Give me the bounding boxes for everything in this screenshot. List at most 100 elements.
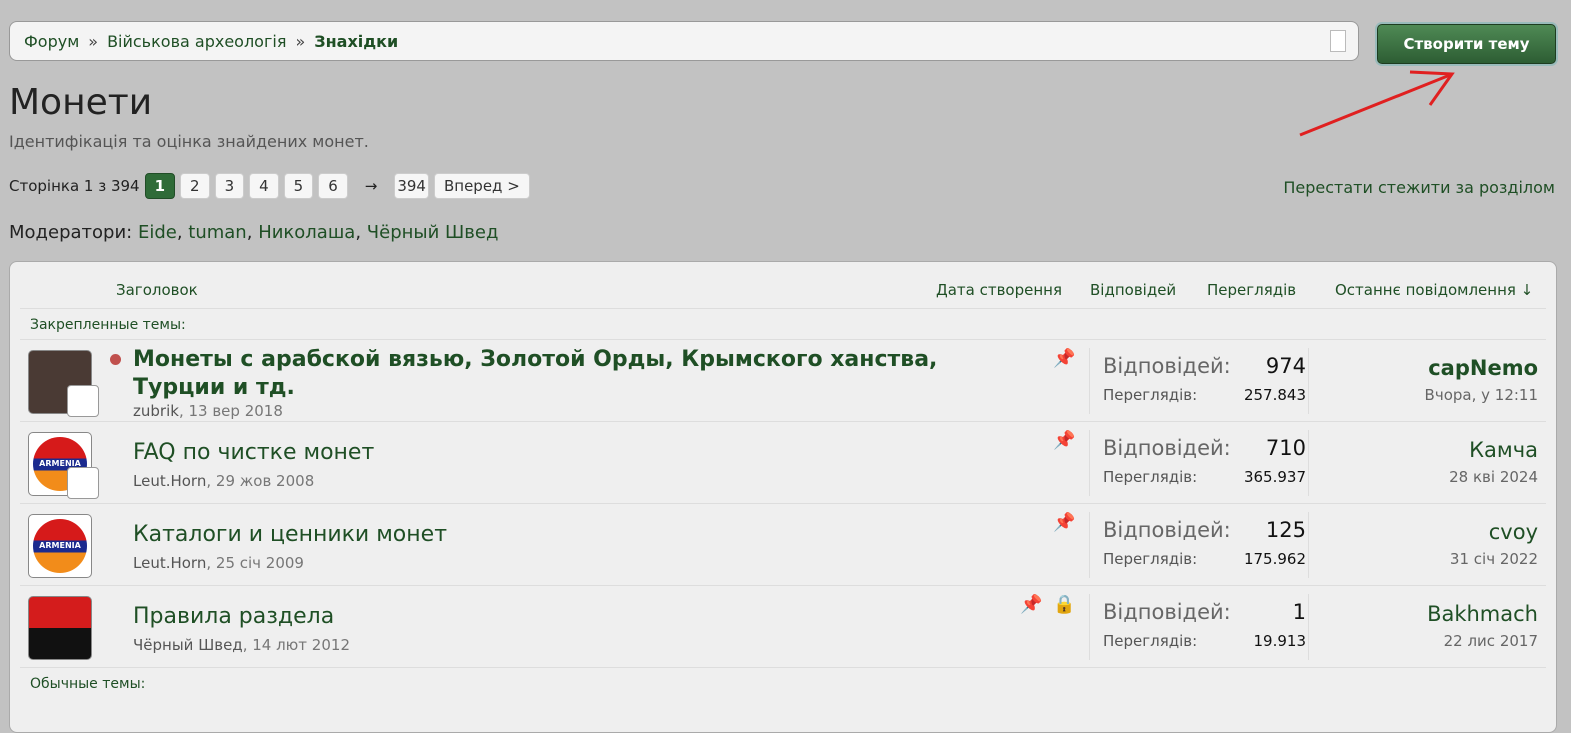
replies-count: 1	[1292, 600, 1306, 624]
replies-count: 710	[1265, 436, 1306, 460]
unwatch-forum-link[interactable]: Перестати стежити за розділом	[1283, 178, 1555, 197]
thread-meta: Leut.Horn, 29 жов 2008	[133, 472, 315, 490]
last-post-user[interactable]: cvoy	[1450, 520, 1538, 544]
thread-date: 13 вер 2018	[188, 402, 283, 420]
last-post-date[interactable]: Вчора, у 12:11	[1425, 386, 1538, 404]
sort-created[interactable]: Дата створення	[936, 281, 1062, 299]
moderator-link[interactable]: Eide	[138, 222, 177, 243]
thread-date: 14 лют 2012	[252, 636, 350, 654]
breadcrumb-forum[interactable]: Форум	[24, 32, 79, 51]
thread-date: 25 січ 2009	[215, 554, 304, 572]
thread-row: Правила раздела Чёрный Швед, 14 лют 2012…	[20, 586, 1546, 668]
replies-count: 974	[1265, 354, 1306, 378]
pagination: Сторінка 1 з 394 1 2 3 4 5 6 → 394 Впере…	[9, 173, 530, 199]
page-6[interactable]: 6	[318, 173, 348, 199]
thread-row: ARMENIA FAQ по чистке монет Leut.Horn, 2…	[20, 422, 1546, 504]
last-poster-avatar[interactable]	[67, 385, 99, 417]
views-label: Переглядів:	[1103, 468, 1198, 486]
thread-title[interactable]: FAQ по чистке монет	[133, 440, 374, 465]
last-post-user[interactable]: Камча	[1449, 438, 1538, 462]
page-label: Сторінка 1 з 394	[9, 177, 140, 195]
page-5[interactable]: 5	[283, 173, 314, 199]
document-icon[interactable]	[1330, 30, 1346, 52]
views-label: Переглядів:	[1103, 386, 1198, 404]
sort-replies[interactable]: Відповідей	[1090, 281, 1176, 299]
views-count: 175.962	[1243, 550, 1306, 568]
page-3[interactable]: 3	[214, 173, 245, 199]
last-post-date[interactable]: 28 кві 2024	[1449, 468, 1538, 486]
last-post: Камча 28 кві 2024	[1449, 438, 1538, 486]
unread-dot-icon[interactable]	[110, 354, 121, 365]
page-2[interactable]: 2	[180, 173, 210, 199]
thread-list-header: Заголовок Дата створення Відповідей Пере…	[20, 262, 1546, 309]
breadcrumb: Форум » Військова археологія » Знахідки	[9, 21, 1359, 61]
thread-stats: Відповідей: 125 Переглядів: 175.962	[1089, 512, 1309, 578]
views-label: Переглядів:	[1103, 550, 1198, 568]
breadcrumb-military-archaeology[interactable]: Військова археологія	[107, 32, 286, 51]
last-poster-avatar[interactable]	[67, 467, 99, 499]
create-thread-button[interactable]: Створити тему	[1377, 24, 1556, 64]
views-label: Переглядів:	[1103, 632, 1198, 650]
last-post: cvoy 31 січ 2022	[1450, 520, 1538, 568]
last-post-user[interactable]: capNemo	[1425, 356, 1538, 380]
page-title: Монети	[9, 82, 153, 123]
replies-count: 125	[1265, 518, 1306, 542]
normal-threads-label: Обычные темы:	[30, 676, 146, 692]
thread-author[interactable]: Чёрный Швед	[133, 636, 243, 654]
moderators-label: Модератори:	[9, 222, 133, 243]
moderators: Модератори: Eide, tuman, Николаша, Чёрны…	[9, 222, 499, 243]
thread-row: ARMENIA Каталоги и ценники монет Leut.Ho…	[20, 504, 1546, 586]
thread-title[interactable]: Монеты с арабской вязью, Золотой Орды, К…	[133, 346, 1013, 402]
sort-views[interactable]: Переглядів	[1207, 281, 1296, 299]
page-description: Ідентифікація та оцінка знайдених монет.	[9, 132, 369, 151]
last-post: capNemo Вчора, у 12:11	[1425, 356, 1538, 404]
thread-meta: Чёрный Швед, 14 лют 2012	[133, 636, 350, 654]
pin-icon: 📌	[1053, 430, 1076, 451]
page-1[interactable]: 1	[144, 173, 176, 199]
pin-icon: 📌	[1020, 594, 1043, 615]
breadcrumb-separator: »	[295, 31, 306, 51]
views-count: 257.843	[1243, 386, 1306, 404]
views-count: 365.937	[1243, 468, 1306, 486]
breadcrumb-separator: »	[88, 31, 99, 51]
last-post-user[interactable]: Bakhmach	[1427, 602, 1538, 626]
thread-stats: Відповідей: 710 Переглядів: 365.937	[1089, 430, 1309, 496]
moderator-link[interactable]: Николаша	[258, 222, 355, 243]
next-page-button[interactable]: Вперед >	[433, 173, 530, 199]
page-4[interactable]: 4	[249, 173, 279, 199]
replies-label: Відповідей:	[1103, 354, 1231, 378]
sticky-threads-label: Закрепленные темы:	[20, 309, 1546, 340]
avatar[interactable]	[28, 596, 92, 660]
thread-stats: Відповідей: 974 Переглядів: 257.843	[1089, 348, 1309, 414]
breadcrumb-current: Знахідки	[314, 31, 399, 51]
arrow-icon: →	[364, 177, 378, 195]
thread-row: Монеты с арабской вязью, Золотой Орды, К…	[20, 340, 1546, 422]
avatar[interactable]: ARMENIA	[28, 514, 92, 578]
thread-stats: Відповідей: 1 Переглядів: 19.913	[1089, 594, 1309, 660]
last-post-date[interactable]: 31 січ 2022	[1450, 550, 1538, 568]
moderator-link[interactable]: Чёрный Швед	[367, 222, 499, 243]
replies-label: Відповідей:	[1103, 436, 1231, 460]
thread-date: 29 жов 2008	[215, 472, 315, 490]
pin-icon: 📌	[1053, 512, 1076, 533]
thread-title[interactable]: Правила раздела	[133, 604, 334, 629]
thread-author[interactable]: Leut.Horn	[133, 554, 206, 572]
thread-meta: zubrik, 13 вер 2018	[133, 402, 283, 420]
sort-title[interactable]: Заголовок	[116, 281, 198, 299]
replies-label: Відповідей:	[1103, 518, 1231, 542]
thread-list: Заголовок Дата створення Відповідей Пере…	[9, 261, 1557, 733]
replies-label: Відповідей:	[1103, 600, 1231, 624]
moderator-link[interactable]: tuman	[188, 222, 246, 243]
page-last[interactable]: 394	[394, 173, 429, 199]
lock-icon: 🔒	[1053, 594, 1076, 615]
thread-title[interactable]: Каталоги и ценники монет	[133, 522, 447, 547]
last-post-date[interactable]: 22 лис 2017	[1427, 632, 1538, 650]
last-post: Bakhmach 22 лис 2017	[1427, 602, 1538, 650]
thread-author[interactable]: zubrik	[133, 402, 179, 420]
thread-author[interactable]: Leut.Horn	[133, 472, 206, 490]
pin-icon: 📌	[1053, 348, 1076, 369]
thread-meta: Leut.Horn, 25 січ 2009	[133, 554, 304, 572]
red-arrow-annotation	[1299, 70, 1455, 137]
sort-last-post[interactable]: Останнє повідомлення ↓	[1335, 281, 1533, 299]
views-count: 19.913	[1253, 632, 1307, 650]
